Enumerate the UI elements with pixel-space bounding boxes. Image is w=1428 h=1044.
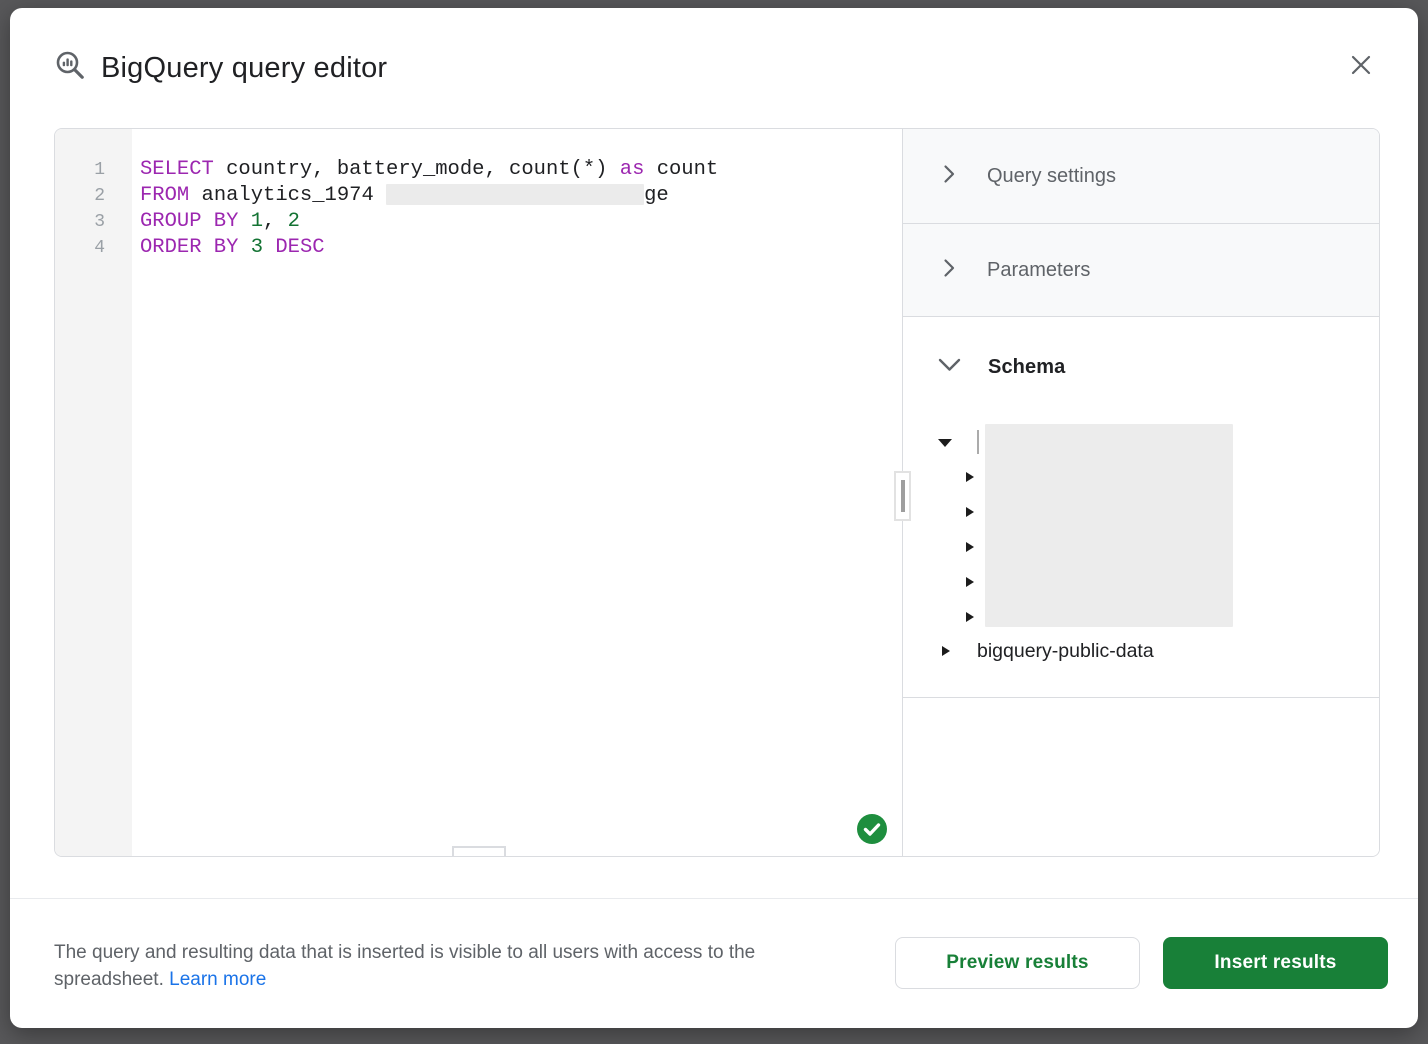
code-token: DESC	[275, 236, 324, 259]
query-settings-section[interactable]: Query settings	[903, 129, 1380, 224]
schema-label: Schema	[988, 356, 1065, 379]
line-number: 1	[55, 157, 132, 183]
tree-collapsed-icon[interactable]	[966, 577, 974, 587]
code-line: ORDER BY 3 DESC	[140, 235, 902, 261]
code-token	[238, 210, 250, 233]
disclaimer-line1: The query and resulting data that is ins…	[54, 942, 755, 963]
bigquery-query-editor-dialog: BigQuery query editor 1234 SELECT countr…	[10, 8, 1418, 1028]
code-line: SELECT country, battery_mode, count(*) a…	[140, 157, 902, 183]
chevron-right-icon[interactable]	[939, 258, 959, 283]
line-number: 3	[55, 209, 132, 235]
chevron-down-icon[interactable]	[936, 351, 963, 383]
redacted-schema-names	[985, 424, 1233, 627]
line-number: 4	[55, 235, 132, 261]
code-token: FROM	[140, 184, 189, 207]
tree-text-cursor	[977, 430, 979, 454]
code-token: SELECT	[140, 158, 214, 181]
code-token: ,	[263, 210, 288, 233]
close-icon[interactable]	[1348, 52, 1374, 78]
code-line: GROUP BY 1, 2	[140, 209, 902, 235]
tree-collapsed-icon[interactable]	[966, 472, 974, 482]
parameters-label: Parameters	[987, 259, 1090, 282]
panel-width-resize-handle[interactable]	[894, 471, 911, 521]
tree-collapsed-icon[interactable]	[966, 542, 974, 552]
panel-section-divider	[903, 697, 1380, 698]
tree-expanded-icon[interactable]	[938, 439, 952, 447]
tree-collapsed-icon[interactable]	[966, 612, 974, 622]
schema-section-header[interactable]: Schema	[936, 351, 1065, 383]
dialog-header: BigQuery query editor	[54, 48, 1374, 88]
code-token: country, battery_mode, count(*)	[214, 158, 620, 181]
redacted-code-text	[386, 184, 644, 205]
code-token	[263, 236, 275, 259]
editor-height-resize-handle[interactable]	[452, 846, 506, 857]
tree-collapsed-icon[interactable]	[966, 507, 974, 517]
preview-results-button[interactable]: Preview results	[895, 937, 1140, 989]
code-token: 3	[251, 236, 263, 259]
footer-divider	[10, 898, 1418, 899]
code-line: FROM analytics_1974 ge	[140, 183, 902, 209]
code-token: GROUP BY	[140, 210, 238, 233]
code-token: count	[644, 158, 718, 181]
code-token	[238, 236, 250, 259]
parameters-section[interactable]: Parameters	[903, 224, 1380, 317]
query-settings-label: Query settings	[987, 165, 1116, 188]
disclaimer-text: The query and resulting data that is ins…	[54, 939, 854, 993]
learn-more-link[interactable]: Learn more	[169, 969, 266, 990]
query-side-panel: Query settings Parameters Schema	[903, 129, 1380, 856]
line-number: 2	[55, 183, 132, 209]
bigquery-logo-icon	[54, 49, 87, 87]
resize-grip	[901, 480, 905, 512]
disclaimer-line2: spreadsheet.	[54, 969, 164, 990]
code-token: 1	[251, 210, 263, 233]
insert-results-button[interactable]: Insert results	[1163, 937, 1388, 989]
code-token: 2	[288, 210, 300, 233]
dialog-title: BigQuery query editor	[101, 52, 387, 85]
query-valid-check-icon	[857, 814, 887, 844]
editor-and-schema-container: 1234 SELECT country, battery_mode, count…	[54, 128, 1380, 857]
code-token: ge	[644, 184, 669, 207]
tree-collapsed-icon[interactable]	[942, 646, 950, 656]
gutter: 1234	[55, 129, 132, 856]
code-token: ORDER BY	[140, 236, 238, 259]
code-token: as	[620, 158, 645, 181]
code-token: analytics_1974	[189, 184, 386, 207]
sql-code-editor[interactable]: SELECT country, battery_mode, count(*) a…	[132, 129, 902, 856]
tree-item-bigquery-public-data[interactable]: bigquery-public-data	[977, 640, 1154, 663]
chevron-right-icon[interactable]	[939, 164, 959, 189]
